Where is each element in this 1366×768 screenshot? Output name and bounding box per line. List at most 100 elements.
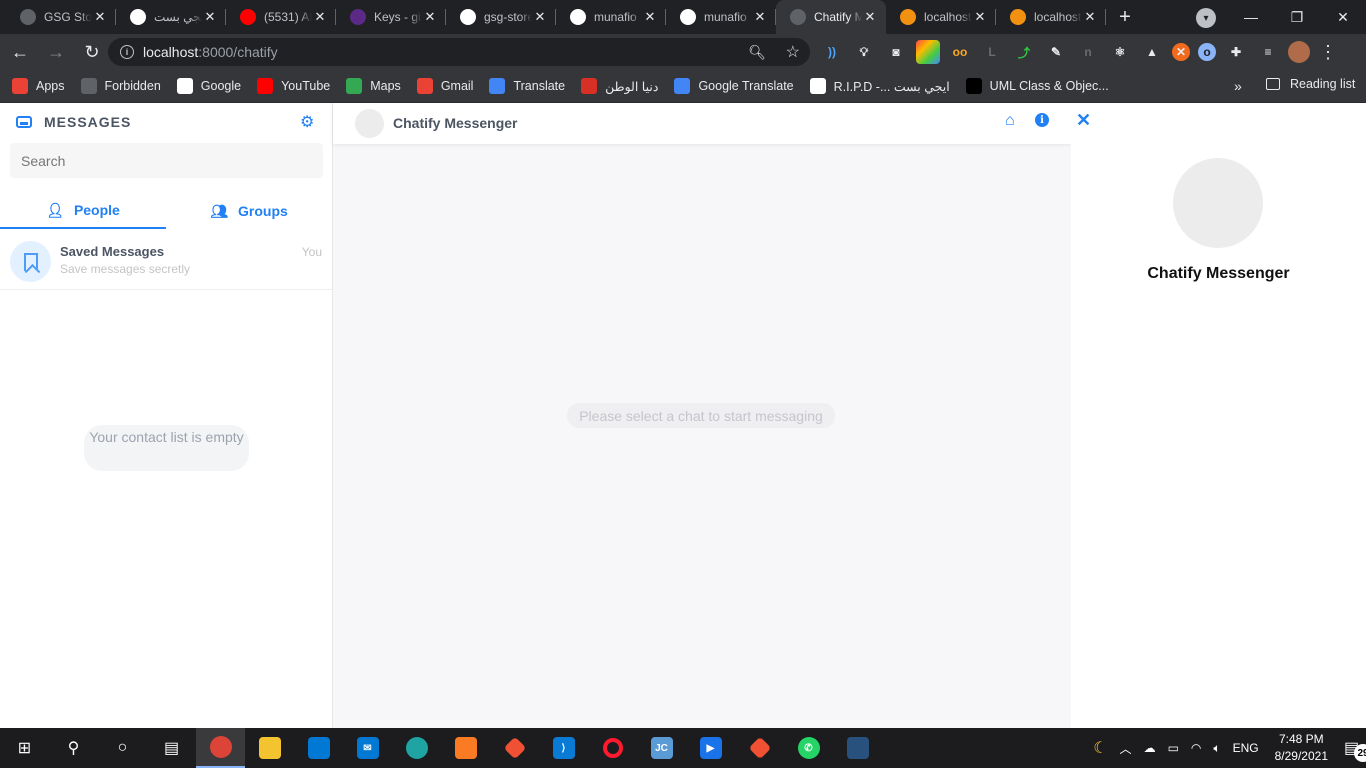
mysql-workbench-icon[interactable] (833, 728, 882, 768)
close-info-icon[interactable]: ✕ (1076, 110, 1091, 131)
extension-color-icon[interactable] (916, 40, 940, 64)
chrome-taskbar-icon[interactable] (196, 728, 245, 768)
browser-tab[interactable]: localhost ✕ (886, 0, 996, 34)
listing-tabs: 👤︎ People 👥︎ Groups (0, 193, 332, 229)
bookmark-item[interactable]: R.I.P.D -... ايجي بست (809, 78, 950, 94)
reading-list-button[interactable]: Reading list (1266, 77, 1355, 91)
back-button[interactable]: ← (4, 36, 36, 68)
task-view-icon[interactable]: ▤ (147, 728, 196, 768)
opera-icon[interactable] (588, 728, 637, 768)
xampp-icon[interactable] (441, 728, 490, 768)
browser-tab[interactable]: localhost ✕ (996, 0, 1106, 34)
file-explorer-icon[interactable] (245, 728, 294, 768)
tab-close-icon[interactable]: ✕ (862, 9, 878, 25)
git-icon[interactable] (490, 728, 539, 768)
extension-glasses-icon[interactable]: oo (948, 40, 972, 64)
night-light-icon[interactable]: ☾ (1093, 738, 1107, 758)
tab-close-icon[interactable]: ✕ (642, 9, 658, 25)
vscode-icon[interactable]: ⟩ (539, 728, 588, 768)
tab-close-icon[interactable]: ✕ (1082, 9, 1098, 25)
saved-messages-item[interactable]: Saved Messages Save messages secretly Yo… (0, 233, 332, 290)
extension-circle-icon[interactable]: o (1198, 43, 1216, 61)
bookmark-item[interactable]: Translate (489, 78, 565, 94)
extension-bulb-icon[interactable]: 💡︎ (852, 40, 876, 64)
tab-close-icon[interactable]: ✕ (202, 9, 218, 25)
tab-close-icon[interactable]: ✕ (312, 9, 328, 25)
media-player-icon[interactable]: ▶ (686, 728, 735, 768)
search-input[interactable] (10, 143, 323, 178)
tab-close-icon[interactable]: ✕ (752, 9, 768, 25)
browser-tab[interactable]: (5531) AI ✕ (226, 0, 336, 34)
extension-camera-icon[interactable]: ◙ (884, 40, 908, 64)
mail-icon[interactable]: ✉ (343, 728, 392, 768)
git-gui-icon[interactable] (735, 728, 784, 768)
extensions-puzzle-icon[interactable]: ✚ (1224, 40, 1248, 64)
browser-tab[interactable]: GSG Store✕ (6, 0, 116, 34)
restore-button[interactable]: ❐ (1274, 0, 1320, 34)
browser-menu-icon[interactable]: ⋮ (1318, 42, 1338, 63)
browser-tab[interactable]: ايجي بست✕ (116, 0, 226, 34)
new-tab-button[interactable]: + (1110, 0, 1140, 34)
extension-l-icon[interactable]: L (980, 40, 1004, 64)
tray-expand-icon[interactable]: ︿ (1120, 740, 1132, 757)
settings-gear-icon[interactable]: ⚙ (300, 112, 314, 132)
notification-center[interactable]: ▤ 29 (1338, 738, 1366, 762)
extension-arrow-icon[interactable]: ⤴ (1012, 40, 1036, 64)
reload-button[interactable]: ↻ (76, 36, 108, 68)
home-icon[interactable]: ⌂ (1005, 112, 1015, 130)
forward-button[interactable]: → (40, 36, 72, 68)
tab-close-icon[interactable]: ✕ (92, 9, 108, 25)
tab-groups[interactable]: 👥︎ Groups (166, 193, 332, 229)
extension-react-icon[interactable]: ⚛ (1108, 40, 1132, 64)
clock[interactable]: 7:48 PM 8/29/2021 (1275, 731, 1328, 765)
bookmark-item[interactable]: Apps (12, 78, 65, 94)
tab-people[interactable]: 👤︎ People (0, 193, 166, 229)
volume-icon[interactable]: 🔈︎ (1213, 741, 1220, 756)
onedrive-icon[interactable]: ☁ (1144, 741, 1156, 755)
browser-tab[interactable]: Keys - git ✕ (336, 0, 446, 34)
bookmark-item[interactable]: Forbidden (80, 78, 161, 94)
info-icon[interactable]: i (1035, 113, 1049, 127)
tab-close-icon[interactable]: ✕ (972, 9, 988, 25)
bookmark-item[interactable]: Google (176, 78, 241, 94)
tab-search-icon[interactable]: ▾ (1196, 8, 1216, 28)
extension-orange-icon[interactable]: ✕ (1172, 43, 1190, 61)
tab-close-icon[interactable]: ✕ (422, 9, 438, 25)
bookmark-item[interactable]: Gmail (416, 78, 473, 94)
profile-avatar[interactable] (1288, 41, 1310, 63)
browser-tab[interactable]: Chatify Messenger✕ (776, 0, 886, 34)
edge-icon[interactable] (392, 728, 441, 768)
address-bar[interactable]: i localhost:8000/chatify 🔍︎ ☆ (108, 38, 810, 66)
minimize-button[interactable]: — (1228, 0, 1274, 34)
bookmark-item[interactable]: Google Translate (674, 78, 794, 94)
wifi-icon[interactable]: ◠ (1191, 741, 1201, 755)
media-control-icon[interactable]: ≡ (1256, 40, 1280, 64)
start-button[interactable]: ⊞ (0, 728, 49, 768)
search-icon[interactable]: ⚲ (49, 728, 98, 768)
store-icon[interactable] (294, 728, 343, 768)
extension-n-icon[interactable]: n (1076, 40, 1100, 64)
site-info-icon[interactable]: i (120, 45, 134, 59)
chat-header: Chatify Messenger ⌂ i (333, 103, 1071, 144)
browser-tab[interactable]: munafio ✕ (666, 0, 776, 34)
zoom-icon[interactable]: 🔍︎ (748, 44, 766, 61)
whatsapp-icon[interactable]: ✆ (784, 728, 833, 768)
extension-pen-icon[interactable]: ✎ (1044, 40, 1068, 64)
language-indicator[interactable]: ENG (1233, 741, 1259, 755)
browser-tab[interactable]: gsg-store ✕ (446, 0, 556, 34)
browser-tab[interactable]: munafio ✕ (556, 0, 666, 34)
bookmark-star-icon[interactable]: ☆ (786, 42, 800, 62)
battery-icon[interactable]: ▭ (1168, 741, 1179, 755)
extension-mountain-icon[interactable]: ▲ (1140, 40, 1164, 64)
jc-icon[interactable]: JC (637, 728, 686, 768)
close-window-button[interactable]: ✕ (1320, 0, 1366, 34)
bookmark-item[interactable]: دنيا الوطن (581, 78, 658, 94)
tab-close-icon[interactable]: ✕ (532, 9, 548, 25)
url-host: localhost (143, 44, 199, 60)
bookmark-item[interactable]: UML Class & Objec... (965, 78, 1109, 94)
bookmarks-overflow-icon[interactable]: » (1234, 78, 1242, 94)
bookmark-item[interactable]: Maps (346, 78, 401, 94)
cortana-icon[interactable]: ○ (98, 728, 147, 768)
bookmark-item[interactable]: YouTube (257, 78, 330, 94)
extension-wifi-icon[interactable]: )) (820, 40, 844, 64)
